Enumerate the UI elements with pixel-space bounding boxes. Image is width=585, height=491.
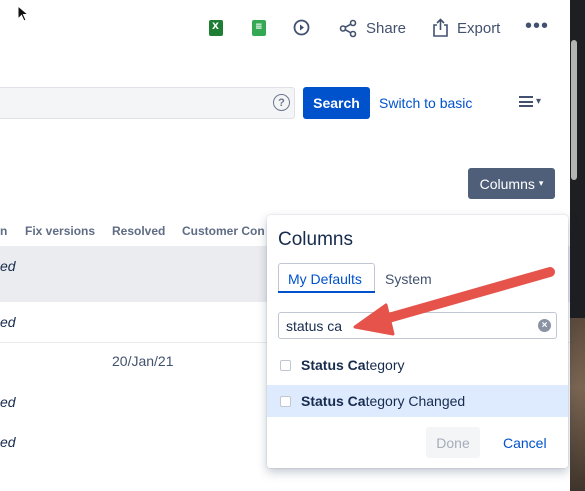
clear-icon[interactable]: × [538, 319, 551, 332]
play-circle-icon [293, 19, 310, 36]
tab-underline [278, 291, 375, 293]
scrollbar[interactable] [571, 40, 577, 180]
export-icon [433, 18, 448, 37]
column-option-status-category-changed[interactable]: Status Category Changed [267, 385, 568, 417]
excel-icon: X [209, 20, 223, 36]
column-filter-input[interactable] [278, 312, 557, 339]
toolbar: X ≡ Share Export ••• [0, 0, 570, 58]
help-icon[interactable]: ? [273, 94, 290, 111]
search-button[interactable]: Search [303, 87, 370, 119]
column-header[interactable]: n [0, 224, 7, 238]
share-icon [339, 19, 357, 38]
view-options-button[interactable]: ▾ [519, 96, 541, 107]
columns-dropdown: Columns My Defaults System × Status Cate… [267, 215, 568, 468]
window-edge [570, 0, 585, 491]
columns-button[interactable]: Columns ▾ [468, 168, 555, 199]
option-label: Status Category [301, 357, 405, 373]
chevron-down-icon: ▾ [536, 96, 542, 107]
checkbox[interactable] [280, 395, 291, 407]
google-sheets-export-button[interactable]: ≡ [252, 20, 266, 36]
table-cell: ed [0, 434, 16, 450]
list-view-icon [519, 96, 533, 107]
resolved-date: 20/Jan/21 [112, 353, 174, 369]
tab-system[interactable]: System [385, 271, 432, 287]
more-icon: ••• [525, 15, 550, 37]
google-sheets-icon: ≡ [252, 20, 266, 36]
table-cell: ed [0, 258, 16, 274]
columns-button-label: Columns [479, 175, 535, 192]
column-header-fix-versions[interactable]: Fix versions [25, 224, 95, 238]
option-label: Status Category Changed [301, 393, 466, 409]
share-label: Share [366, 20, 407, 37]
more-actions-button[interactable]: ••• [525, 15, 549, 38]
desktop-background [570, 318, 585, 491]
export-label: Export [457, 19, 501, 37]
column-header-customer[interactable]: Customer Con [182, 224, 265, 238]
share-button[interactable]: Share [339, 19, 406, 38]
presentation-mode-button[interactable] [293, 19, 310, 36]
column-option-status-category[interactable]: Status Category [267, 349, 568, 381]
export-button[interactable]: Export [432, 18, 500, 38]
column-header-resolved[interactable]: Resolved [112, 224, 165, 238]
switch-to-basic-link[interactable]: Switch to basic [379, 95, 472, 111]
checkbox[interactable] [280, 359, 291, 371]
jql-search-input[interactable] [0, 87, 295, 119]
excel-export-button[interactable]: X [209, 20, 223, 36]
table-cell: ed [0, 314, 16, 330]
dropdown-title: Columns [278, 229, 353, 250]
cancel-button[interactable]: Cancel [503, 435, 547, 451]
tab-my-defaults[interactable]: My Defaults [288, 271, 362, 287]
done-button[interactable]: Done [426, 427, 480, 458]
chevron-down-icon: ▾ [538, 178, 544, 188]
table-cell: ed [0, 394, 16, 410]
mouse-cursor-icon [17, 5, 29, 22]
